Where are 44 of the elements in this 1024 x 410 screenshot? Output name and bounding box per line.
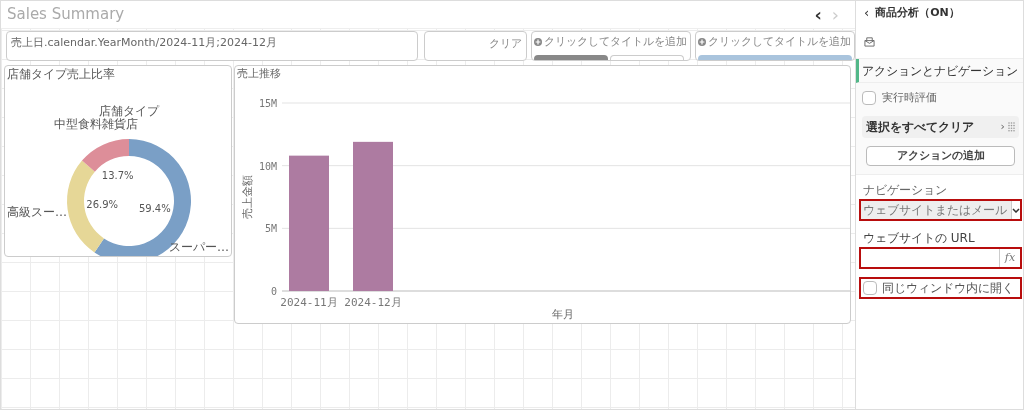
slice-label: 中型食料雑貨店 [53,117,138,132]
chevron: › [1000,118,1005,135]
plus-icon [698,38,706,47]
field-label: ナビゲーション [862,182,948,199]
slice-label: 高級スー… [7,204,67,219]
checkbox[interactable] [862,91,876,105]
back-button[interactable]: ‹ [864,3,870,23]
plus-icon [534,38,542,47]
panel-title: 店舗タイプ売上比率 [6,66,116,82]
y-axis-title: 売上金額 [241,174,254,219]
field-label: ウェブサイトの URL [862,230,976,247]
panel-title: 売上推移 [236,66,282,81]
checkbox-label: 実行時評価 [882,89,937,106]
y-tick-label: 15M [258,97,277,109]
button-strip[interactable] [610,55,684,60]
add-title-link[interactable]: クリックしてタイトルを追加 [544,34,687,51]
checkbox-label: 同じウィンドウ内に開く [882,280,1014,297]
slice-percent: 26.9% [86,198,119,210]
button-strip[interactable] [698,55,852,60]
legend-title: 店舗タイプ [99,104,159,118]
x-axis-title: 年月 [551,306,574,323]
slice-label: スーパー… [169,240,229,254]
y-tick-label: 0 [270,285,277,297]
filter-bar: 売上日.calendar.YearMonth/2024-11月;2024-12月 [6,31,418,61]
slice-percent: 59.4% [138,202,171,214]
y-tick-label: 10M [258,160,277,172]
add-title-link[interactable]: クリックしてタイトルを追加 [708,34,851,51]
clear-button[interactable]: クリア [489,36,522,53]
drag-handle-icon[interactable] [1008,122,1015,132]
panel-header: 商品分析（ON） [875,4,960,21]
action-label: 選択をすべてクリア [866,119,974,136]
x-tick-label: 2024-12月 [344,295,402,307]
section-header[interactable]: アクションとナビゲーション [856,59,1023,83]
action-item[interactable]: 選択をすべてクリア › [862,116,1019,138]
previous-button[interactable]: ‹ [814,5,822,24]
slice-percent: 13.7% [101,170,134,182]
caret-icon [1012,207,1020,213]
x-tick-label: 2024-11月 [280,295,338,307]
checkbox[interactable] [863,281,877,295]
bookmark-icon [864,36,875,47]
add-action-button[interactable]: アクションの追加 [866,146,1015,166]
button-strip[interactable] [534,55,608,60]
y-tick-label: 5M [264,223,277,235]
sheet-title: Sales Summary [7,4,125,26]
